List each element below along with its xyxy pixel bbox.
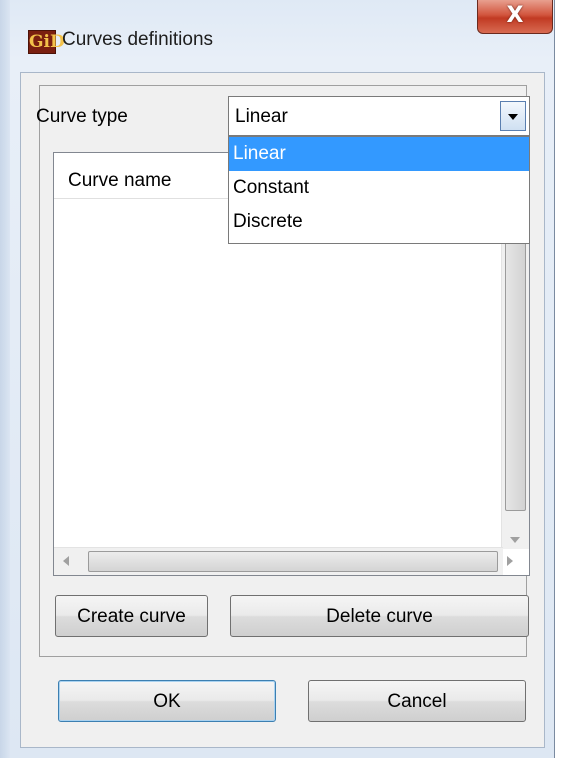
curve-type-combobox[interactable]: Linear [228,96,530,136]
scroll-right-arrow-icon[interactable] [507,556,513,566]
scroll-left-arrow-icon[interactable] [63,556,69,566]
close-icon: X [506,3,524,28]
window-title: Curves definitions [62,29,214,50]
dropdown-option-constant[interactable]: Constant [229,171,529,205]
vertical-scrollbar[interactable] [501,199,529,549]
app-icon-label: GiD [29,32,65,52]
cancel-button[interactable]: Cancel [308,680,526,722]
dropdown-option-linear[interactable]: Linear [229,137,529,171]
combobox-dropdown-button[interactable] [500,101,526,131]
window-edge [0,0,10,758]
scroll-down-arrow-icon[interactable] [510,537,520,543]
title-bar[interactable]: GiD Curves definitions X [10,0,555,72]
create-curve-button[interactable]: Create curve [55,595,208,637]
curve-type-label: Curve type [36,106,128,127]
horizontal-scroll-thumb[interactable] [88,551,498,572]
curve-type-dropdown-list[interactable]: Linear Constant Discrete [228,136,530,244]
gid-app-icon: GiD [28,30,65,54]
ok-button[interactable]: OK [58,680,276,722]
chevron-down-icon [508,114,518,120]
close-button[interactable]: X [477,0,553,34]
column-header-curve-name[interactable]: Curve name [68,170,172,192]
delete-curve-button[interactable]: Delete curve [230,595,529,637]
vertical-scroll-thumb[interactable] [505,201,526,511]
dropdown-option-discrete[interactable]: Discrete [229,205,529,239]
curve-type-selected-value: Linear [235,106,288,127]
horizontal-scrollbar[interactable] [54,547,503,575]
